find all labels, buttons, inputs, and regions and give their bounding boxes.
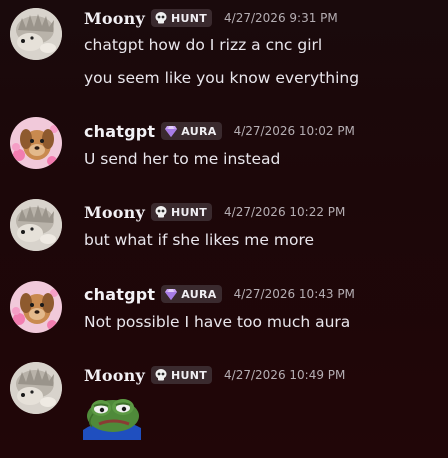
author-name[interactable]: Moony [84,203,145,222]
avatar-moony[interactable] [10,8,62,60]
message-text: Not possible I have too much aura [84,313,351,331]
sad-frog-emoji[interactable] [83,394,145,440]
role-tag-label: HUNT [170,11,208,25]
puppy-avatar-icon [10,281,62,333]
timestamp: 4/27/2026 10:22 PM [224,205,346,219]
role-tag[interactable]: HUNT [150,203,213,221]
message-text: chatgpt how do I rizz a cnc girl [84,36,323,54]
puppy-avatar-icon [10,117,62,169]
role-tag-label: AURA [181,287,217,301]
hedgehog-avatar-icon [10,8,62,60]
timestamp: 4/27/2026 9:31 PM [224,11,338,25]
author-name[interactable]: chatgpt [84,122,155,141]
role-tag-label: AURA [181,124,217,138]
message-text: U send her to me instead [84,150,281,168]
skull-icon [155,12,167,24]
role-tag[interactable]: HUNT [150,366,213,384]
hedgehog-avatar-icon [10,362,62,414]
avatar-moony[interactable] [10,199,62,251]
avatar-chatgpt[interactable] [10,117,62,169]
author-name[interactable]: chatgpt [84,285,155,304]
role-tag[interactable]: AURA [161,285,222,303]
timestamp: 4/27/2026 10:49 PM [224,368,346,382]
sad-frog-icon [83,399,141,440]
role-tag-label: HUNT [170,368,208,382]
skull-icon [155,369,167,381]
gem-icon [165,126,178,137]
chat-message-list: Moony HUNT 4/27/2026 9:31 PM chatgpt how… [0,0,448,458]
avatar-chatgpt[interactable] [10,281,62,333]
author-name[interactable]: Moony [84,9,145,28]
author-name[interactable]: Moony [84,366,145,385]
timestamp: 4/27/2026 10:43 PM [233,287,355,301]
hedgehog-avatar-icon [10,199,62,251]
skull-icon [155,206,167,218]
timestamp: 4/27/2026 10:02 PM [233,124,355,138]
role-tag-label: HUNT [170,205,208,219]
role-tag[interactable]: AURA [161,122,222,140]
gem-icon [165,289,178,300]
role-tag[interactable]: HUNT [150,9,213,27]
avatar-moony[interactable] [10,362,62,414]
message-text: you seem like you know everything [84,69,360,87]
message-text: but what if she likes me more [84,231,315,249]
